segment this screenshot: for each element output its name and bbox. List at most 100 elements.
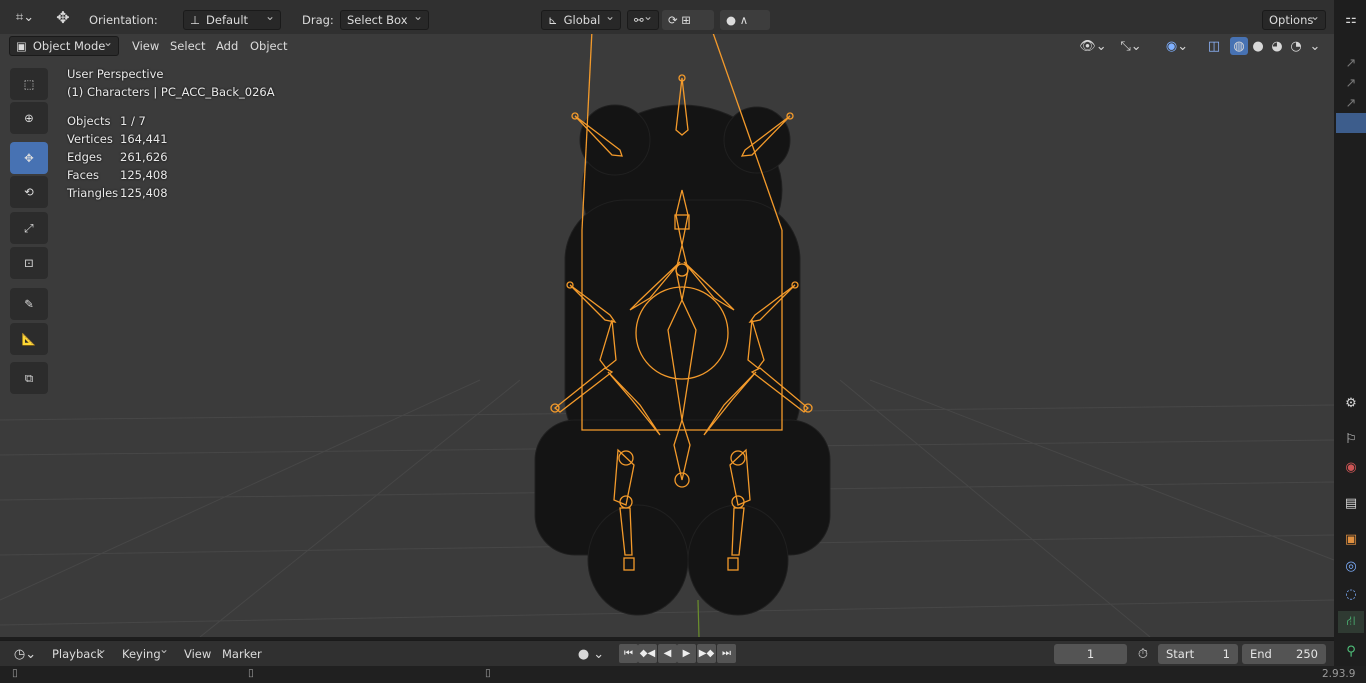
auto-keying-icon[interactable]: ● ⌄ <box>572 645 610 663</box>
character-mesh <box>534 104 831 616</box>
mouse-left-icon: ▯ <box>12 667 18 679</box>
move-tool[interactable]: ✥ <box>10 142 48 174</box>
menu-marker[interactable]: Marker <box>216 644 268 664</box>
render-properties-icon[interactable]: ⚐ <box>1342 430 1360 448</box>
properties-editor-strip: ⚏ ↗ ↗ ↗ ⚙ ⚐ ◉ ▤ ▣ ◎ ◌ ⛙ ⚲ <box>1334 0 1366 683</box>
proportional-edit-toggle[interactable]: ● ∧ <box>720 10 770 30</box>
pivot-dropdown[interactable]: ⚯ <box>627 9 659 30</box>
move-icon[interactable]: ✥ <box>50 6 76 28</box>
start-label: Start <box>1166 647 1195 661</box>
jump-end-icon[interactable]: ⏭ <box>717 644 736 663</box>
annotate-tool[interactable]: ✎ <box>10 288 48 320</box>
options-dropdown[interactable]: Options <box>1262 9 1326 30</box>
world-properties-icon[interactable]: ◉ <box>1342 458 1360 476</box>
material-shading-icon[interactable]: ◕ <box>1268 37 1286 55</box>
stat-value: 125,408 <box>120 186 168 200</box>
mouse-middle-icon: ▯ <box>248 667 254 679</box>
jump-key-back-icon[interactable]: ◆◀ <box>638 644 657 663</box>
stat-key: Edges <box>67 150 102 164</box>
solid-shading-icon[interactable]: ● <box>1249 37 1267 55</box>
pin-icon[interactable]: ↗ <box>1342 94 1360 112</box>
menu-keying[interactable]: Keying <box>116 642 174 664</box>
stat-row: Objects 1 / 7 <box>67 114 168 132</box>
shading-options-icon[interactable]: ⌄ <box>1306 37 1324 55</box>
modifier-properties-icon[interactable]: ◎ <box>1342 557 1360 575</box>
menu-playback[interactable]: Playback <box>46 642 112 664</box>
tool-settings-bar: ⌗⌄ ✥ Orientation: ⊥ Default Drag: Select … <box>0 0 1334 34</box>
stat-value: 261,626 <box>120 150 168 164</box>
select-box-tool[interactable]: ⬚ <box>10 68 48 100</box>
menu-select[interactable]: Select <box>164 36 211 56</box>
drag-dropdown[interactable]: Select Box <box>340 9 429 30</box>
stopwatch-icon[interactable]: ⏱ <box>1134 645 1152 663</box>
drag-label: Drag: <box>302 13 334 27</box>
active-object-context: (1) Characters | PC_ACC_Back_026A <box>67 85 275 99</box>
end-value: 250 <box>1296 647 1318 661</box>
overlay-icon[interactable]: ◉ ⌄ <box>1158 37 1196 55</box>
menu-view[interactable]: View <box>126 36 165 56</box>
select-box-icon: ⬚ <box>23 77 35 91</box>
armature-data-icon[interactable]: ⛙ <box>1338 611 1364 633</box>
timeline-editor-icon[interactable]: ◷⌄ <box>10 644 40 664</box>
status-bar: ▯ ▯ ▯ 2.93.9 <box>0 666 1366 683</box>
object-properties-icon[interactable]: ▣ <box>1342 530 1360 548</box>
viewport-header: ▣ Object Mode View Select Add Object 👁⌄ ⤡… <box>0 34 1334 58</box>
orientation-value: Default <box>206 13 249 27</box>
gizmo-icon[interactable]: ⤡⌄ <box>1114 37 1148 55</box>
rotate-tool[interactable]: ⟲ <box>10 176 48 208</box>
options-label: Options <box>1269 13 1314 27</box>
orientation-dropdown[interactable]: ⊥ Default <box>183 9 281 30</box>
jump-key-forward-icon[interactable]: ▶◆ <box>697 644 716 663</box>
annotate-icon: ✎ <box>24 297 34 311</box>
proportional-edit-icon: ● ∧ <box>726 13 749 27</box>
transform-tool[interactable]: ⊡ <box>10 247 48 279</box>
end-label: End <box>1250 647 1272 661</box>
menu-view[interactable]: View <box>178 644 217 664</box>
scale-icon: ⤢ <box>24 220 34 235</box>
move-icon: ✥ <box>24 151 34 165</box>
rendered-shading-icon[interactable]: ◔ <box>1287 37 1305 55</box>
properties-editor-icon[interactable]: ⚏ <box>1342 10 1360 28</box>
tool-properties-icon[interactable]: ⚙ <box>1342 394 1360 412</box>
wireframe-shading-icon[interactable]: ◍ <box>1230 37 1248 55</box>
measure-tool[interactable]: 📐 <box>10 323 48 355</box>
menu-object[interactable]: Object <box>244 36 293 56</box>
rotate-icon: ⟲ <box>24 185 34 199</box>
measure-icon: 📐 <box>21 332 37 346</box>
snap-icon: ⟳ ⊞ <box>668 13 691 27</box>
cursor-tool[interactable]: ⊕ <box>10 102 48 134</box>
viewport-info: User Perspective (1) Characters | PC_ACC… <box>67 67 275 99</box>
transform-orientation-dropdown[interactable]: ⊾ Global <box>541 9 621 30</box>
stat-key: Faces <box>67 168 99 182</box>
start-frame-field[interactable]: Start 1 <box>1158 644 1238 664</box>
start-value: 1 <box>1222 647 1230 661</box>
stat-value: 1 / 7 <box>120 114 146 128</box>
orientation-icon: ⊥ <box>190 13 201 27</box>
visibility-icon[interactable]: 👁⌄ <box>1078 37 1108 55</box>
current-frame-value: 1 <box>1086 647 1095 661</box>
play-reverse-icon[interactable]: ◀ <box>658 644 677 663</box>
timeline-header: ◷⌄ Playback Keying View Marker ● ⌄ ⏮ ◆◀ … <box>0 640 1334 667</box>
current-frame-field[interactable]: 1 <box>1054 644 1127 664</box>
pin-icon[interactable]: ↗ <box>1342 54 1360 72</box>
editor-type-icon[interactable]: ⌗⌄ <box>10 8 40 26</box>
stat-row: Triangles 125,408 <box>67 186 168 204</box>
active-tab-indicator <box>1336 113 1366 133</box>
scale-tool[interactable]: ⤢ <box>10 212 48 244</box>
stat-row: Vertices 164,441 <box>67 132 168 150</box>
mode-dropdown[interactable]: ▣ Object Mode <box>9 35 119 56</box>
add-cube-tool[interactable]: ⧉ <box>10 362 48 394</box>
cursor-icon: ⊕ <box>24 111 34 125</box>
stat-key: Objects <box>67 114 111 128</box>
menu-add[interactable]: Add <box>210 36 244 56</box>
end-frame-field[interactable]: End 250 <box>1242 644 1326 664</box>
snap-toggle[interactable]: ⟳ ⊞ <box>662 10 714 30</box>
bone-properties-icon[interactable]: ⚲ <box>1342 642 1360 660</box>
jump-start-icon[interactable]: ⏮ <box>619 644 638 663</box>
physics-properties-icon[interactable]: ◌ <box>1342 585 1360 603</box>
xray-icon[interactable]: ◫ <box>1205 37 1223 55</box>
collection-properties-icon[interactable]: ▤ <box>1342 494 1360 512</box>
play-icon[interactable]: ▶ <box>677 644 696 663</box>
pin-icon[interactable]: ↗ <box>1342 74 1360 92</box>
mouse-right-icon: ▯ <box>485 667 491 679</box>
